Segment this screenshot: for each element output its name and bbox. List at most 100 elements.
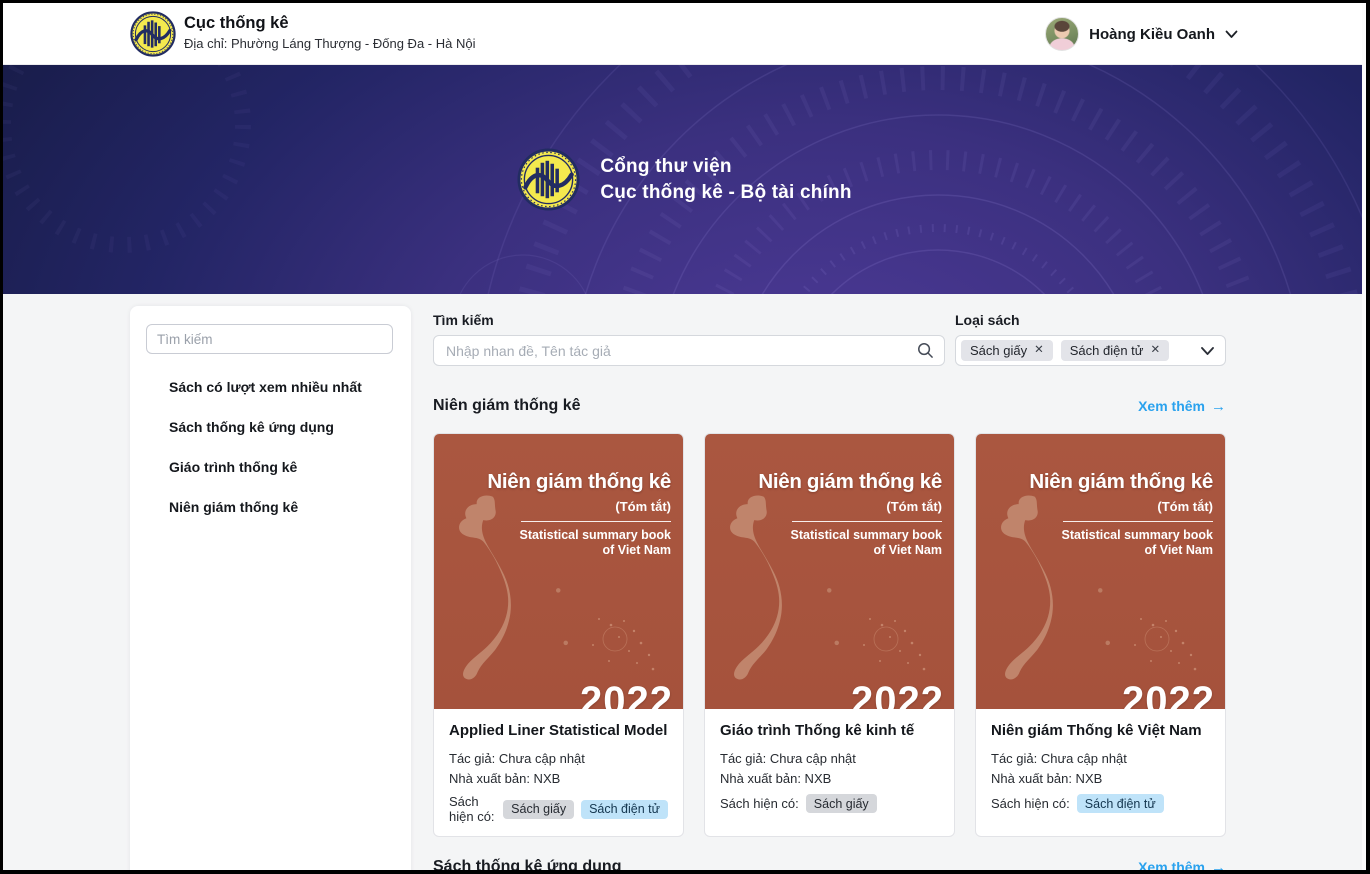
cover-subtitle: (Tóm tắt) <box>487 499 671 514</box>
book-publisher: Nhà xuất bản: NXB <box>449 769 668 789</box>
see-more-label: Xem thêm <box>1138 859 1205 870</box>
book-author: Tác giả: Chưa cập nhật <box>720 749 939 769</box>
user-menu[interactable]: Hoàng Kiều Oanh <box>1045 17 1238 51</box>
cover-rule <box>792 521 942 522</box>
see-more-label: Xem thêm <box>1138 398 1205 414</box>
availability-label: Sách hiện có: <box>991 796 1070 811</box>
book-type-label: Loại sách <box>955 312 1020 328</box>
island-speckles <box>850 611 940 681</box>
browser-window: Cục thống kê Địa chỉ: Phường Láng Thượng… <box>0 0 1370 874</box>
sidebar-item-most-viewed[interactable]: Sách có lượt xem nhiều nhất <box>130 367 411 407</box>
sidebar-item-textbooks[interactable]: Giáo trình thống kê <box>130 447 411 487</box>
cover-eng-line1: Statistical summary book <box>758 528 942 543</box>
book-title[interactable]: Niên giám Thống kê Việt Nam <box>991 722 1210 739</box>
gso-logo-icon <box>130 11 176 57</box>
avatar[interactable] <box>1045 17 1079 51</box>
arrow-right-icon: → <box>1211 398 1226 415</box>
tag-ebook: Sách điện tử <box>1077 794 1164 813</box>
see-more-link[interactable]: Xem thêm → <box>1138 398 1226 415</box>
main-content: Tìm kiếm Loại sách Sách giấy ✕ Sách điện… <box>433 294 1226 870</box>
portal-title-line1: Cổng thư viện <box>600 154 851 180</box>
portal-title-line2: Cục thống kê - Bộ tài chính <box>600 180 851 206</box>
book-availability: Sách hiện có: Sách giấy Sách điện tử <box>449 794 668 824</box>
book-info: Giáo trình Thống kê kinh tế Tác giả: Chư… <box>705 709 954 825</box>
cover-year: 2022 <box>580 679 673 709</box>
book-cover: Niên giám thống kê (Tóm tắt) Statistical… <box>434 434 683 709</box>
cover-eng-line2: of Viet Nam <box>487 543 671 558</box>
title-search <box>433 335 945 366</box>
org-identity: Cục thống kê Địa chỉ: Phường Láng Thượng… <box>184 12 475 51</box>
org-name: Cục thống kê <box>184 12 475 34</box>
type-chip-ebook-label: Sách điện tử <box>1070 343 1144 358</box>
sidebar: Sách có lượt xem nhiều nhất Sách thống k… <box>130 306 411 870</box>
sidebar-item-applied-statistics[interactable]: Sách thống kê ứng dụng <box>130 407 411 447</box>
island-speckles <box>1121 611 1211 681</box>
select-chevron-down-icon[interactable] <box>1200 346 1215 356</box>
see-more-link[interactable]: Xem thêm → <box>1138 859 1226 871</box>
search-label: Tìm kiếm <box>433 312 494 328</box>
cover-title: Niên giám thống kê <box>487 470 671 494</box>
cover-text: Niên giám thống kê (Tóm tắt) Statistical… <box>758 470 942 558</box>
sidebar-menu: Sách có lượt xem nhiều nhất Sách thống k… <box>130 367 411 527</box>
page: Cục thống kê Địa chỉ: Phường Láng Thượng… <box>3 3 1366 870</box>
book-title[interactable]: Giáo trình Thống kê kinh tế <box>720 722 939 739</box>
book-availability: Sách hiện có: Sách giấy <box>720 794 939 813</box>
cover-eng-line1: Statistical summary book <box>1029 528 1213 543</box>
cover-subtitle: (Tóm tắt) <box>1029 499 1213 514</box>
section-yearbook-header: Niên giám thống kê Xem thêm → <box>433 397 1226 415</box>
chevron-down-icon[interactable] <box>1225 30 1238 39</box>
book-availability: Sách hiện có: Sách điện tử <box>991 794 1210 813</box>
book-info: Niên giám Thống kê Việt Nam Tác giả: Chư… <box>976 709 1225 825</box>
book-type-select[interactable]: Sách giấy ✕ Sách điện tử ✕ <box>955 335 1226 366</box>
gso-logo-large-icon <box>517 148 580 211</box>
island-speckles <box>579 611 669 681</box>
book-card-row: Niên giám thống kê (Tóm tắt) Statistical… <box>433 433 1226 837</box>
book-author: Tác giả: Chưa cập nhật <box>991 749 1210 769</box>
cover-rule <box>1063 521 1213 522</box>
tag-paper-book: Sách giấy <box>503 800 574 819</box>
scrollbar[interactable] <box>1362 3 1366 870</box>
banner-content: Cổng thư viện Cục thống kê - Bộ tài chín… <box>3 65 1366 294</box>
cover-title: Niên giám thống kê <box>758 470 942 494</box>
availability-label: Sách hiện có: <box>720 796 799 811</box>
section-title: Niên giám thống kê <box>433 397 581 415</box>
book-author: Tác giả: Chưa cập nhật <box>449 749 668 769</box>
remove-ebook-icon[interactable]: ✕ <box>1150 345 1160 357</box>
cover-subtitle: (Tóm tắt) <box>758 499 942 514</box>
cover-eng-line2: of Viet Nam <box>1029 543 1213 558</box>
sidebar-item-yearbook[interactable]: Niên giám thống kê <box>130 487 411 527</box>
availability-label: Sách hiện có: <box>449 794 496 824</box>
section-title: Sách thống kê ứng dụng <box>433 858 621 870</box>
book-card[interactable]: Niên giám thống kê (Tóm tắt) Statistical… <box>433 433 684 837</box>
book-cover: Niên giám thống kê (Tóm tắt) Statistical… <box>705 434 954 709</box>
book-card[interactable]: Niên giám thống kê (Tóm tắt) Statistical… <box>975 433 1226 837</box>
type-chip-paper: Sách giấy ✕ <box>961 340 1053 361</box>
user-name: Hoàng Kiều Oanh <box>1089 26 1215 43</box>
remove-paper-icon[interactable]: ✕ <box>1034 345 1044 357</box>
cover-eng-line2: of Viet Nam <box>758 543 942 558</box>
cover-year: 2022 <box>851 679 944 709</box>
book-card[interactable]: Niên giám thống kê (Tóm tắt) Statistical… <box>704 433 955 837</box>
tag-paper-book: Sách giấy <box>806 794 877 813</box>
cover-title: Niên giám thống kê <box>1029 470 1213 494</box>
org-address: Địa chỉ: Phường Láng Thượng - Đống Đa - … <box>184 36 475 51</box>
cover-eng-line1: Statistical summary book <box>487 528 671 543</box>
book-cover: Niên giám thống kê (Tóm tắt) Statistical… <box>976 434 1225 709</box>
portal-title: Cổng thư viện Cục thống kê - Bộ tài chín… <box>600 154 851 206</box>
cover-rule <box>521 521 671 522</box>
book-publisher: Nhà xuất bản: NXB <box>991 769 1210 789</box>
search-icon[interactable] <box>917 342 934 359</box>
tag-ebook: Sách điện tử <box>581 800 668 819</box>
arrow-right-icon: → <box>1211 859 1226 871</box>
type-chip-ebook: Sách điện tử ✕ <box>1061 340 1169 361</box>
sidebar-search-input[interactable] <box>146 324 393 354</box>
book-publisher: Nhà xuất bản: NXB <box>720 769 939 789</box>
cover-text: Niên giám thống kê (Tóm tắt) Statistical… <box>1029 470 1213 558</box>
cover-text: Niên giám thống kê (Tóm tắt) Statistical… <box>487 470 671 558</box>
hero-banner: Cổng thư viện Cục thống kê - Bộ tài chín… <box>3 65 1366 294</box>
cover-year: 2022 <box>1122 679 1215 709</box>
type-chip-paper-label: Sách giấy <box>970 343 1027 358</box>
title-search-input[interactable] <box>433 335 945 366</box>
book-info: Applied Liner Statistical Models Tác giả… <box>434 709 683 836</box>
book-title[interactable]: Applied Liner Statistical Models <box>449 722 668 739</box>
